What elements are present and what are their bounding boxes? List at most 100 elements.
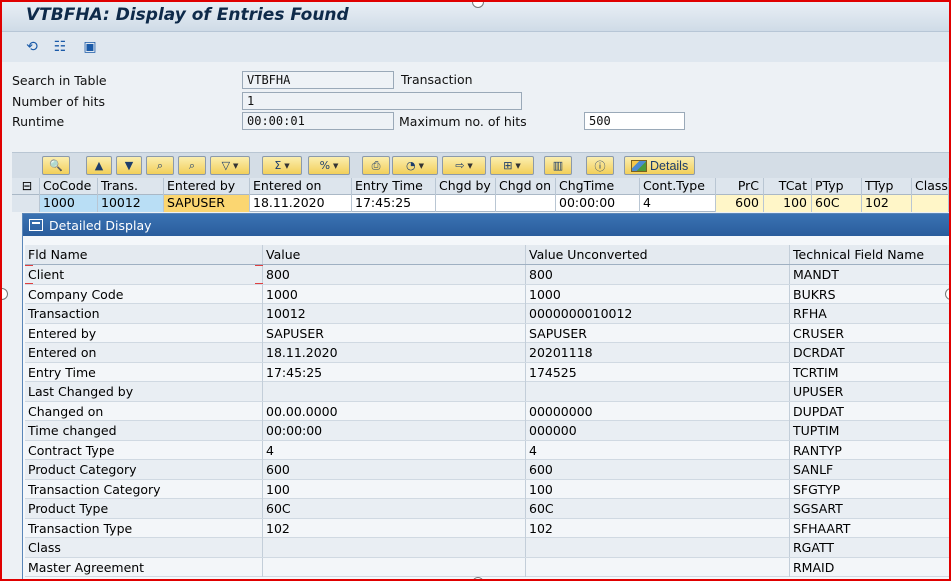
print-icon[interactable]: ⎙ <box>362 156 390 175</box>
table-row[interactable]: Company Code 1000 1000 BUKRS <box>25 284 949 304</box>
info-icon[interactable]: ⓘ <box>586 156 614 175</box>
table-row[interactable]: Entered on 18.11.2020 20201118 DCRDAT <box>25 343 949 363</box>
technical-name-cell: SFGTYP <box>790 480 949 499</box>
sort-ascending-icon[interactable]: ▲ <box>86 156 112 175</box>
col-header-fld-name[interactable]: Fld Name <box>25 245 263 264</box>
dialog-icon <box>29 219 43 231</box>
value-unconverted-cell: 000000 <box>526 421 790 440</box>
table-row[interactable]: Entered by SAPUSER SAPUSER CRUSER <box>25 323 949 343</box>
table-row[interactable]: Product Category 600 600 SANLF <box>25 460 949 480</box>
technical-name-cell: SFHAART <box>790 519 949 538</box>
dialog-title: Detailed Display <box>49 217 152 233</box>
col-header[interactable]: Class <box>912 178 949 195</box>
technical-name-cell: SGSART <box>790 499 949 518</box>
value-unconverted-cell: 600 <box>526 460 790 479</box>
col-header[interactable]: Entered by <box>164 178 250 195</box>
table-row[interactable]: Changed on 00.00.0000 00000000 DUPDAT <box>25 401 949 421</box>
field-name-cell: Client <box>25 265 263 284</box>
technical-name-cell: DUPDAT <box>790 402 949 421</box>
table-row[interactable]: 1000 10012 SAPUSER 18.11.2020 17:45:25 0… <box>12 195 949 212</box>
dialog-title-bar[interactable]: Detailed Display <box>23 214 949 236</box>
col-header[interactable]: Entered on <box>250 178 352 195</box>
value-unconverted-cell: 00000000 <box>526 401 790 421</box>
value-cell: 10012 <box>263 304 526 323</box>
select-all-icon[interactable]: ▣ <box>80 38 100 56</box>
graphic-icon[interactable]: ▥ <box>544 156 572 175</box>
cell: 100 <box>764 195 812 212</box>
row-selector[interactable] <box>12 195 40 212</box>
col-header[interactable]: PrC <box>716 178 764 195</box>
col-header-value[interactable]: Value <box>263 245 526 264</box>
filter-icon[interactable]: ▽ ▼ <box>210 156 250 175</box>
value-unconverted-cell: 1000 <box>526 284 790 304</box>
value-unconverted-cell: 60C <box>526 499 790 518</box>
search-table-field[interactable]: VTBFHA <box>242 71 394 89</box>
field-name-cell: Entered by <box>25 323 263 343</box>
cell <box>436 195 496 212</box>
value-cell: 4 <box>263 440 526 460</box>
resize-handle-right[interactable] <box>945 288 949 300</box>
row-select-all-icon[interactable]: ⊟ <box>12 178 40 195</box>
table-row[interactable]: Product Type 60C 60C SGSART <box>25 499 949 519</box>
table-row[interactable]: Class RGATT <box>25 538 949 558</box>
table-row[interactable]: Master Agreement RMAID <box>25 557 949 577</box>
table-row[interactable]: Entry Time 17:45:25 174525 TCRTIM <box>25 362 949 382</box>
col-header[interactable]: TTyp <box>862 178 912 195</box>
col-header[interactable]: Trans. <box>98 178 164 195</box>
col-header[interactable]: ChgTime <box>556 178 640 195</box>
col-header[interactable]: PTyp <box>812 178 862 195</box>
col-header[interactable]: Cont.Type <box>640 178 716 195</box>
search-next-icon[interactable]: ⌕ <box>178 156 206 175</box>
layout-icon[interactable]: ⊞ ▼ <box>490 156 534 175</box>
views-icon[interactable]: ◔ ▼ <box>392 156 438 175</box>
table-row[interactable]: Transaction Type 102 102 SFHAART <box>25 518 949 538</box>
table-row[interactable]: Transaction 10012 0000000010012 RFHA <box>25 304 949 324</box>
value-cell: 00.00.0000 <box>263 401 526 421</box>
page-title: VTBFHA: Display of Entries Found <box>26 5 349 25</box>
col-header[interactable]: TCat <box>764 178 812 195</box>
col-header-value-unconverted[interactable]: Value Unconverted <box>526 245 790 264</box>
value-unconverted-cell <box>526 382 790 401</box>
export-icon[interactable]: ⇨ ▼ <box>442 156 486 175</box>
subtotal-icon[interactable]: % ▼ <box>308 156 350 175</box>
max-hits-field[interactable]: 500 <box>584 112 685 130</box>
col-header-technical-name[interactable]: Technical Field Name <box>790 245 949 264</box>
table-row[interactable]: Contract Type 4 4 RANTYP <box>25 440 949 460</box>
sap-window: VTBFHA: Display of Entries Found ⟲ ☷ ▣ S… <box>0 0 951 581</box>
cell: 00:00:00 <box>556 195 640 212</box>
table-row[interactable]: Time changed 00:00:00 000000 TUPTIM <box>25 421 949 441</box>
technical-name-cell: SANLF <box>790 460 949 479</box>
col-header[interactable]: Entry Time <box>352 178 436 195</box>
details-button[interactable]: Details <box>624 156 696 175</box>
hierarchy-icon[interactable]: ☷ <box>50 38 70 56</box>
refresh-icon[interactable]: ⟲ <box>22 38 42 56</box>
value-cell: 17:45:25 <box>263 362 526 382</box>
field-name-cell: Entered on <box>25 343 263 362</box>
col-header[interactable]: Chgd on <box>496 178 556 195</box>
sort-descending-icon[interactable]: ▼ <box>116 156 142 175</box>
runtime-label: Runtime <box>12 113 65 129</box>
value-unconverted-cell <box>526 538 790 557</box>
field-name-cell: Transaction <box>25 304 263 323</box>
value-cell: 18.11.2020 <box>263 343 526 362</box>
value-unconverted-cell: 102 <box>526 518 790 538</box>
technical-name-cell: RMAID <box>790 558 949 577</box>
cell: 10012 <box>98 195 164 212</box>
value-unconverted-cell: 174525 <box>526 362 790 382</box>
value-cell: 100 <box>263 479 526 499</box>
value-cell: 00:00:00 <box>263 421 526 440</box>
value-unconverted-cell: 20201118 <box>526 343 790 362</box>
table-row[interactable]: Client 800 800 MANDT <box>25 265 949 285</box>
table-row[interactable]: Last Changed by UPUSER <box>25 382 949 402</box>
col-header[interactable]: CoCode <box>40 178 98 195</box>
value-cell: 102 <box>263 518 526 538</box>
find-icon[interactable]: 🔍 <box>42 156 70 175</box>
field-name-cell: Master Agreement <box>25 557 263 577</box>
table-row[interactable]: Transaction Category 100 100 SFGTYP <box>25 479 949 499</box>
search-binoculars-icon[interactable]: ⌕ <box>146 156 174 175</box>
cell: 17:45:25 <box>352 195 436 212</box>
grid-header: ⊟ CoCode Trans. Entered by Entered on En… <box>12 178 949 195</box>
field-name-cell: Class <box>25 538 263 557</box>
sum-icon[interactable]: Σ ▼ <box>262 156 302 175</box>
col-header[interactable]: Chgd by <box>436 178 496 195</box>
